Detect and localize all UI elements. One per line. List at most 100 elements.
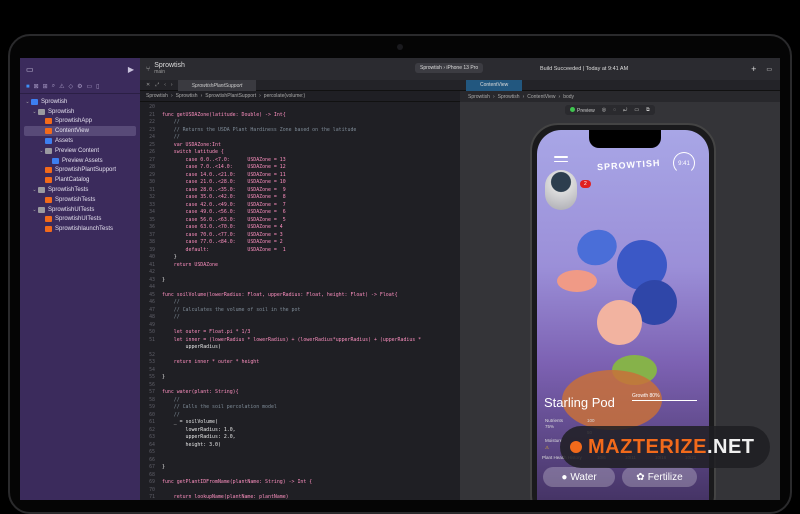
chevron-down-icon[interactable]: ⌄ — [31, 187, 38, 193]
code-line[interactable]: 63 upperRadius: 2.0, — [140, 434, 460, 442]
source-control-icon[interactable]: ⊠ — [34, 83, 39, 90]
code-line[interactable]: 40 } — [140, 254, 460, 262]
code-line[interactable]: 37 case 70.0..<77.0: USDAZone = 3 — [140, 232, 460, 240]
code-line[interactable]: 44 — [140, 284, 460, 292]
variants-icon[interactable]: ◌ — [613, 107, 616, 113]
code-line[interactable]: upperRadius) — [140, 344, 460, 352]
report-icon[interactable]: ▯ — [96, 83, 99, 90]
code-line[interactable]: 67} — [140, 464, 460, 472]
settings-icon[interactable]: ⧉ — [646, 107, 650, 113]
code-line[interactable]: 54 — [140, 367, 460, 375]
code-line[interactable]: 62 lowerRadius: 1.0, — [140, 427, 460, 435]
code-line[interactable]: 29 case 14.0..<21.0: USDAZone = 11 — [140, 172, 460, 180]
code-line[interactable]: 66 — [140, 457, 460, 465]
file-item[interactable]: ⌄ SprowtishTests — [20, 185, 140, 195]
chevron-down-icon[interactable]: ⌄ — [31, 207, 38, 213]
sidebar-toggle-icon[interactable]: ▭ — [26, 65, 34, 74]
code-line[interactable]: 38 case 77.0..<84.0: USDAZone = 2 — [140, 239, 460, 247]
code-line[interactable]: 27 case 0.0..<7.0: USDAZone = 13 — [140, 157, 460, 165]
breadcrumb-item[interactable]: Sprowtish — [146, 93, 168, 99]
file-item[interactable]: ⌄ Preview Content — [20, 146, 140, 156]
code-line[interactable]: 32 case 35.0..<42.0: USDAZone = 8 — [140, 194, 460, 202]
code-line[interactable]: 20 — [140, 104, 460, 112]
breadcrumb-item[interactable]: Sprowtish — [498, 94, 520, 100]
preview-live-button[interactable]: Preview — [570, 106, 595, 114]
run-button[interactable]: ▶ — [128, 65, 134, 74]
breadcrumb-item[interactable]: SprowtishPlantSupport — [205, 93, 256, 99]
selectable-icon[interactable]: ◎ — [602, 107, 606, 113]
breadcrumb-item[interactable]: Sprowtish — [176, 93, 198, 99]
warning-icon[interactable]: ⚠ — [59, 83, 64, 90]
breadcrumb-item[interactable]: body — [563, 94, 574, 100]
file-item[interactable]: SprowtishPlantSupport — [20, 166, 140, 176]
code-line[interactable]: 58 // — [140, 397, 460, 405]
code-line[interactable]: 57 func water(plant: String){ — [140, 389, 460, 397]
chevron-down-icon[interactable]: ⌄ — [31, 109, 38, 115]
orientation-icon[interactable]: ⤾ — [623, 107, 627, 113]
breadcrumb-item[interactable]: percolate(volume:) — [264, 93, 305, 99]
scheme-selector[interactable]: Sprowtish › iPhone 13 Pro — [415, 63, 484, 73]
code-line[interactable]: 53 return inner * outer * height — [140, 359, 460, 367]
code-line[interactable]: 50 let outer = Float.pi * 1/3 — [140, 329, 460, 337]
code-line[interactable]: 21 func getUSDAZone(latitude: Double) -> … — [140, 112, 460, 120]
fertilize-button[interactable]: ✿ Fertilize — [622, 467, 697, 487]
code-line[interactable]: 36 case 63.0..<70.0: USDAZone = 4 — [140, 224, 460, 232]
file-item[interactable]: ⌄ SprowtishUITests — [20, 205, 140, 215]
file-item[interactable]: ⌄ Sprowtish — [20, 107, 140, 117]
menu-icon[interactable] — [554, 156, 568, 165]
add-icon[interactable]: + — [751, 64, 756, 74]
code-line[interactable]: 64 height: 3.0) — [140, 442, 460, 450]
code-line[interactable]: 65 — [140, 449, 460, 457]
breadcrumb-item[interactable]: ContentView — [527, 94, 555, 100]
symbol-icon[interactable]: ⊞ — [43, 83, 48, 90]
code-line[interactable]: 52 — [140, 352, 460, 360]
code-line[interactable]: 22 // — [140, 119, 460, 127]
code-line[interactable]: 60 // — [140, 412, 460, 420]
test-icon[interactable]: ◇ — [68, 83, 73, 90]
code-line[interactable]: 35 case 56.0..<63.0: USDAZone = 5 — [140, 217, 460, 225]
forward-icon[interactable]: › — [171, 82, 173, 88]
chevron-down-icon[interactable]: ⌄ — [24, 99, 31, 105]
code-line[interactable]: 68 — [140, 472, 460, 480]
code-line[interactable]: 34 case 49.0..<56.0: USDAZone = 6 — [140, 209, 460, 217]
close-icon[interactable]: ✕ — [146, 82, 150, 88]
code-line[interactable]: 71 return lookupName(plantName: plantNam… — [140, 494, 460, 500]
code-line[interactable]: 31 case 28.0..<35.0: USDAZone = 9 — [140, 187, 460, 195]
code-line[interactable]: 42 — [140, 269, 460, 277]
folder-icon[interactable]: ■ — [26, 84, 30, 90]
file-item[interactable]: SprowtishTests — [20, 195, 140, 205]
inspector-toggle-icon[interactable]: ▭ — [766, 66, 772, 73]
code-line[interactable]: 70 — [140, 487, 460, 495]
tab-sprowtish-plant-support[interactable]: SprowtishPlantSupport — [177, 79, 257, 91]
file-item[interactable]: SprowtishApp — [20, 117, 140, 127]
code-lines[interactable]: 20 21 func getUSDAZone(latitude: Double) -… — [140, 102, 460, 500]
code-line[interactable]: 48 // — [140, 314, 460, 322]
code-line[interactable]: 61 _ = soilVolume( — [140, 419, 460, 427]
code-line[interactable]: 26 switch latitude { — [140, 149, 460, 157]
breakpoint-icon[interactable]: ▭ — [86, 83, 92, 90]
file-item[interactable]: ⌄ Sprowtish — [20, 97, 140, 107]
code-line[interactable]: 69 func getPlantIDFromName(plantName: Str… — [140, 479, 460, 487]
code-line[interactable]: 45 func soilVolume(lowerRadius: Float, up… — [140, 292, 460, 300]
device-icon[interactable]: ▭ — [634, 107, 639, 113]
file-item[interactable]: PlantCatalog — [20, 175, 140, 185]
code-line[interactable]: 41 return USDAZone — [140, 262, 460, 270]
code-line[interactable]: 30 case 21.0..<28.0: USDAZone = 10 — [140, 179, 460, 187]
code-line[interactable]: 28 case 7.0..<14.0: USDAZone = 12 — [140, 164, 460, 172]
file-item[interactable]: ContentView — [24, 126, 136, 137]
code-line[interactable]: 49 — [140, 322, 460, 330]
tab-content-view[interactable]: ContentView — [466, 79, 523, 91]
code-line[interactable]: 56 — [140, 382, 460, 390]
file-item[interactable]: Preview Assets — [20, 156, 140, 166]
file-item[interactable]: SprowtishlaunchTests — [20, 224, 140, 234]
back-icon[interactable]: ‹ — [164, 82, 166, 88]
code-line[interactable]: 47 // Calculates the volume of soil in t… — [140, 307, 460, 315]
code-line[interactable]: 24 // — [140, 134, 460, 142]
chevron-down-icon[interactable]: ⌄ — [38, 148, 45, 154]
code-line[interactable]: 39 default: USDAZone = 1 — [140, 247, 460, 255]
file-item[interactable]: Assets — [20, 136, 140, 146]
code-line[interactable]: 43} — [140, 277, 460, 285]
expand-icon[interactable]: ⤢ — [155, 82, 159, 88]
code-line[interactable]: 55} — [140, 374, 460, 382]
code-line[interactable]: 59 // Calls the soil percolation model — [140, 404, 460, 412]
